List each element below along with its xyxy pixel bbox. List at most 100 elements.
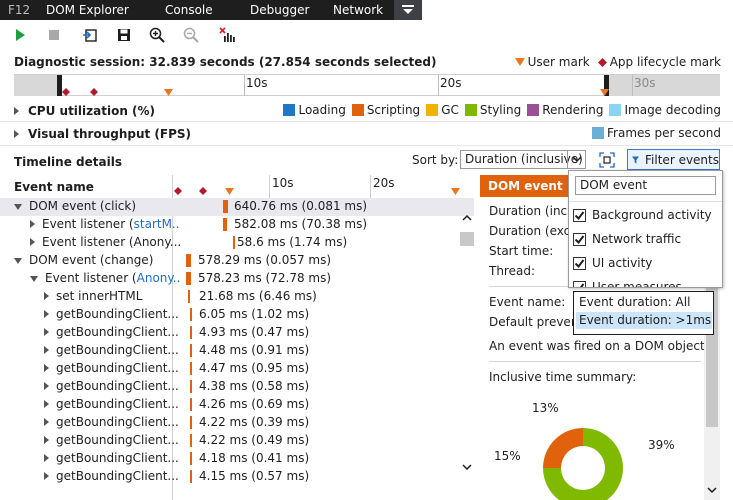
tab-network[interactable]: Network [333, 0, 383, 20]
collapsed-arrow-icon[interactable] [44, 292, 49, 300]
collapsed-arrow-icon[interactable] [44, 472, 49, 480]
duration-bar [190, 380, 192, 393]
table-row[interactable]: Event listener (Anony... 578.23 ms (72.7… [0, 270, 474, 288]
event-list-scrollbar[interactable] [460, 210, 474, 480]
table-row[interactable]: DOM event (change) 578.29 ms (0.057 ms) [0, 252, 474, 270]
gc-swatch [426, 104, 439, 116]
filter-ui-activity[interactable]: UI activity [573, 256, 652, 270]
table-row[interactable]: getBoundingClient... 4.18 ms (0.41 ms) [0, 450, 474, 468]
collapsed-arrow-icon[interactable] [30, 238, 35, 246]
lifecycle-mark-icon [62, 88, 70, 96]
collapsed-arrow-icon[interactable] [44, 400, 49, 408]
scrollbar-thumb[interactable] [460, 232, 474, 246]
checkbox[interactable] [573, 256, 586, 270]
visual-throughput-section[interactable]: Visual throughput (FPS) [14, 127, 191, 141]
duration-bar [188, 290, 190, 303]
table-row[interactable]: getBoundingClient... 4.22 ms (0.49 ms) [0, 432, 474, 450]
collapsed-arrow-icon[interactable] [30, 220, 35, 228]
cpu-category-legend: Loading Scripting GC Styling Rendering I… [277, 103, 721, 117]
collapsed-arrow-icon[interactable] [44, 310, 49, 318]
donut-label-left: 15% [494, 449, 521, 463]
table-row[interactable]: getBoundingClient... 6.05 ms (1.02 ms) [0, 306, 474, 324]
duration-bar [190, 452, 192, 465]
duration-bar [190, 398, 192, 411]
event-name: getBoundingClient... [56, 415, 179, 429]
collapsed-arrow-icon[interactable] [44, 436, 49, 444]
expand-arrow-icon [14, 107, 19, 115]
event-name-cell: Event listener (Anony... [30, 235, 180, 249]
collapsed-arrow-icon[interactable] [44, 346, 49, 354]
duration-bar [190, 416, 192, 429]
collapsed-arrow-icon[interactable] [44, 382, 49, 390]
divider [489, 361, 701, 362]
event-source-link[interactable]: startM... [134, 217, 180, 231]
chevron-down-icon[interactable] [707, 487, 717, 494]
filter-network-traffic[interactable]: Network traffic [573, 232, 681, 246]
table-row[interactable]: getBoundingClient... 4.22 ms (0.39 ms) [0, 414, 474, 432]
filter-user-measures[interactable]: User measures [573, 280, 682, 287]
chevron-down-icon [402, 5, 414, 14]
legend-scripting: Scripting [351, 103, 420, 117]
cpu-utilization-section[interactable]: CPU utilization (%) [14, 104, 155, 118]
collapsed-arrow-icon[interactable] [44, 418, 49, 426]
event-name: DOM event (change) [29, 253, 154, 267]
event-duration-dropdown: Event duration: All Event duration: >1ms [573, 291, 714, 335]
filter-events-button[interactable]: Filter events [627, 149, 720, 170]
collapsed-arrow-icon[interactable] [44, 364, 49, 372]
table-row[interactable]: set innerHTML 21.68 ms (6.46 ms) [0, 288, 474, 306]
table-row[interactable]: getBoundingClient... 4.48 ms (0.91 ms) [0, 342, 474, 360]
table-row[interactable]: getBoundingClient... 4.15 ms (0.57 ms) [0, 468, 474, 486]
start-profiling-button[interactable] [10, 25, 30, 45]
event-name-column-header[interactable]: Event name [14, 180, 94, 194]
sort-by-label: Sort by: [412, 153, 459, 167]
tab-dom-explorer[interactable]: DOM Explorer [46, 0, 129, 20]
option-event-duration-all[interactable]: Event duration: All [576, 294, 712, 311]
stop-profiling-button[interactable] [44, 25, 64, 45]
table-row[interactable]: getBoundingClient... 4.26 ms (0.69 ms) [0, 396, 474, 414]
checkbox[interactable] [573, 232, 586, 246]
checkbox[interactable] [573, 280, 586, 287]
rendering-swatch [527, 104, 540, 116]
table-row[interactable]: getBoundingClient... 4.93 ms (0.47 ms) [0, 324, 474, 342]
zoom-to-selection-button[interactable] [597, 150, 617, 169]
table-row[interactable]: Event listener (Anony... 58.6 ms (1.74 m… [0, 234, 474, 252]
table-row[interactable]: getBoundingClient... 4.47 ms (0.95 ms) [0, 360, 474, 378]
duration-bar [223, 200, 228, 213]
duration-value: 4.93 ms (0.47 ms) [199, 325, 310, 339]
zoom-out-button[interactable] [181, 25, 201, 45]
checkbox[interactable] [573, 208, 586, 222]
sort-by-select[interactable]: Duration (inclusive) [460, 150, 586, 169]
table-row[interactable]: Event listener (startM... 582.08 ms (70.… [0, 216, 474, 234]
filter-background-activity[interactable]: Background activity [573, 208, 712, 222]
more-tools-button[interactable] [394, 0, 422, 20]
zoom-in-button[interactable] [147, 25, 167, 45]
event-source-link[interactable]: Anony... [137, 271, 180, 285]
expanded-arrow-icon[interactable] [14, 258, 22, 264]
table-row[interactable]: DOM event (click) 640.76 ms (0.081 ms) [0, 198, 474, 216]
event-search-input[interactable]: DOM event [575, 176, 716, 195]
divider [0, 145, 733, 146]
collapsed-arrow-icon[interactable] [44, 454, 49, 462]
event-name: set innerHTML [56, 289, 143, 303]
collapsed-arrow-icon[interactable] [44, 328, 49, 336]
fps-legend: Frames per second [592, 126, 721, 140]
expanded-arrow-icon[interactable] [14, 204, 22, 210]
tab-debugger[interactable]: Debugger [250, 0, 309, 20]
play-icon [16, 29, 25, 41]
user-mark-icon [600, 89, 609, 96]
tab-console[interactable]: Console [165, 0, 213, 20]
option-event-duration-gt-1ms[interactable]: Event duration: >1ms [576, 312, 712, 329]
chevron-down-icon[interactable] [462, 464, 472, 471]
import-session-button[interactable] [80, 25, 100, 45]
session-overview-ruler[interactable]: 10s 20s 30s [14, 74, 720, 96]
event-name-cell: getBoundingClient... [44, 415, 194, 429]
table-row[interactable]: getBoundingClient... 4.38 ms (0.58 ms) [0, 378, 474, 396]
expanded-arrow-icon[interactable] [30, 276, 38, 282]
ruler-tick [244, 75, 245, 96]
export-session-button[interactable] [114, 25, 134, 45]
marks-legend: User mark App lifecycle mark [507, 55, 721, 69]
event-detail-title: DOM event [480, 175, 570, 197]
clear-selection-button[interactable] [217, 25, 237, 45]
chevron-down-icon [571, 156, 582, 163]
chevron-up-icon[interactable] [462, 214, 472, 221]
